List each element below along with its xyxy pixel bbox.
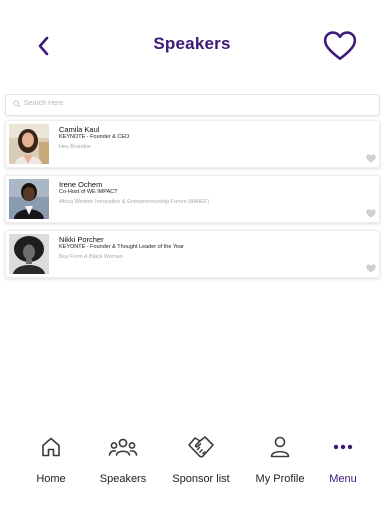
speaker-organization: Buy From A Black Woman xyxy=(59,254,123,260)
users-icon xyxy=(108,438,138,456)
speaker-name: Irene Ochem xyxy=(59,180,103,189)
bottom-tab-bar: Home Speakers Sponsor list My Profile Me… xyxy=(0,432,384,512)
speaker-card[interactable]: Irene Ochem Co-Host of WE IMPACT Africa … xyxy=(5,175,380,223)
speaker-organization: Africa Women Innovation & Entrepreneursh… xyxy=(59,199,210,205)
tab-label: Home xyxy=(36,473,66,485)
speaker-photo xyxy=(9,234,49,274)
speaker-photo xyxy=(9,179,49,219)
search-input[interactable]: Search Here xyxy=(24,100,63,107)
tab-label: Menu xyxy=(329,473,357,485)
user-icon xyxy=(270,436,290,458)
search-bar[interactable]: Search Here xyxy=(5,94,380,116)
heart-outline-icon xyxy=(323,31,357,61)
heart-icon[interactable] xyxy=(366,264,376,273)
speaker-card[interactable]: Camila Kaul KEYNOTE - Founder & CEO Hey … xyxy=(5,120,380,168)
handshake-icon xyxy=(188,436,214,458)
header: Speakers xyxy=(0,0,384,90)
search-icon xyxy=(13,100,21,108)
favorites-button[interactable] xyxy=(323,30,357,62)
speaker-name: Camila Kaul xyxy=(59,125,100,134)
tab-label: Speakers xyxy=(99,473,147,485)
speaker-photo xyxy=(9,124,49,164)
tab-sponsor-list[interactable]: Sponsor list xyxy=(163,432,239,485)
speaker-role: KEYNOTE - Founder & CEO xyxy=(59,134,130,140)
tab-home[interactable]: Home xyxy=(13,432,89,485)
tab-menu[interactable]: Menu xyxy=(305,432,381,485)
more-dots-icon xyxy=(333,444,353,450)
speaker-name: Nikki Porcher xyxy=(59,235,104,244)
home-icon xyxy=(42,437,60,457)
tab-label: Sponsor list xyxy=(172,473,230,485)
speaker-role: Co-Host of WE IMPACT xyxy=(59,189,118,195)
heart-icon[interactable] xyxy=(366,154,376,163)
speaker-role: KEYONTE - Founder & Thought Leader of th… xyxy=(59,244,184,250)
speaker-organization: Hey Brandee xyxy=(59,144,92,150)
heart-icon[interactable] xyxy=(366,209,376,218)
tab-speakers[interactable]: Speakers xyxy=(85,432,161,485)
speaker-card[interactable]: Nikki Porcher KEYONTE - Founder & Though… xyxy=(5,230,380,278)
